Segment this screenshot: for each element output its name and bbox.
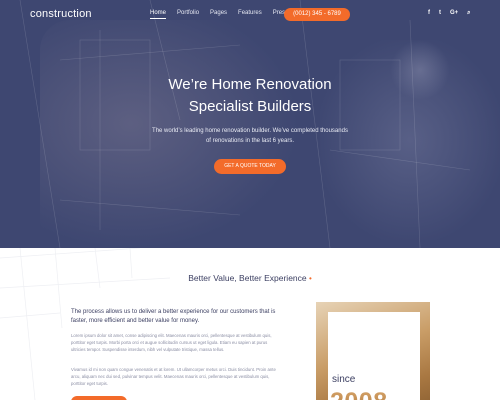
facebook-icon[interactable]: f	[428, 10, 430, 17]
menu-item-home[interactable]: Home	[150, 10, 167, 19]
twitter-icon[interactable]: t	[439, 10, 441, 17]
since-year: 2008	[330, 388, 388, 400]
section-title: Better Value, Better Experience •	[0, 273, 500, 283]
hero-title-line-1: We’re Home Renovation	[168, 76, 332, 93]
hero-title-line-2: Specialist Builders	[188, 98, 312, 115]
since-label: since	[332, 374, 356, 385]
lead-paragraph: The process allows us to deliver a bette…	[71, 309, 276, 324]
section-title-text: Better Value, Better Experience	[188, 273, 307, 283]
accent-dot-icon: •	[309, 274, 312, 283]
since-photo-card: since 2008	[316, 302, 430, 400]
body-paragraph-1: Lorem ipsum dolor sit amet, conse adipis…	[71, 333, 272, 353]
search-icon[interactable]: ⌕	[467, 10, 470, 17]
menu-item-pages[interactable]: Pages	[210, 10, 227, 19]
hero-title: We’re Home Renovation Specialist Builder…	[100, 74, 400, 118]
read-more-button[interactable]	[71, 396, 127, 400]
google-plus-icon[interactable]: G+	[450, 10, 458, 17]
photo-card-frame	[328, 312, 420, 400]
main-menu: Home Portfolio Pages Features Presets	[150, 10, 293, 19]
menu-item-features[interactable]: Features	[238, 10, 262, 19]
body-paragraph-2: Vivamus id mi non quam congue venenatis …	[71, 367, 276, 387]
about-section: Better Value, Better Experience • The pr…	[0, 248, 500, 400]
site-logo[interactable]: construction	[30, 8, 92, 20]
social-links: f t G+ ⌕	[428, 10, 471, 17]
hero-sketch-lines	[19, 0, 471, 248]
top-navigation: construction Home Portfolio Pages Featur…	[0, 0, 500, 30]
phone-button[interactable]: (0012) 345 - 6789	[284, 8, 350, 21]
menu-item-portfolio[interactable]: Portfolio	[177, 10, 199, 19]
get-quote-button[interactable]: GET A QUOTE TODAY	[214, 159, 286, 174]
hero-subtitle: The world’s leading home renovation buil…	[152, 128, 348, 144]
hero-section: construction Home Portfolio Pages Featur…	[0, 0, 500, 248]
